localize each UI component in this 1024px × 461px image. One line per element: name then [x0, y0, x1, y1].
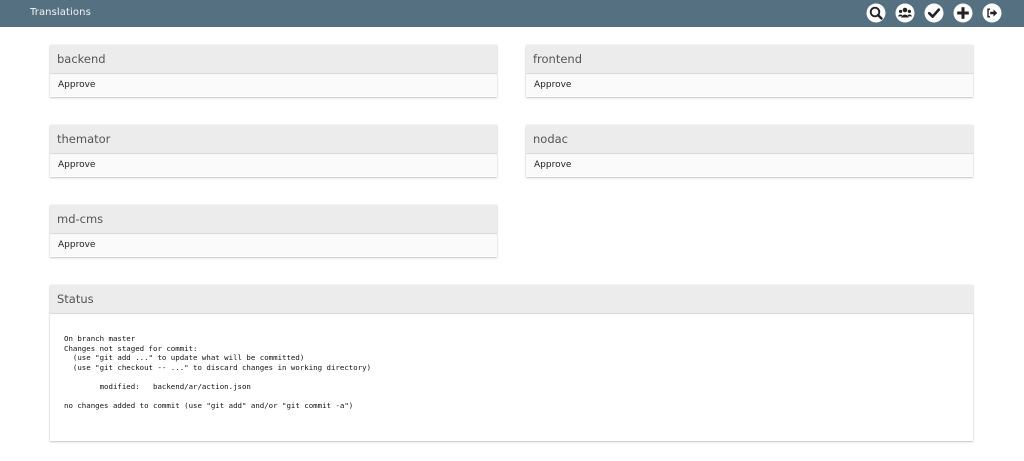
approve-button-frontend[interactable]: Approve	[534, 80, 571, 90]
status-line: modified: backend/ar/action.json	[64, 381, 251, 391]
panel-body: Approve	[526, 154, 973, 176]
project-name: themator	[50, 125, 497, 154]
status-line: (use "git checkout -- ..." to discard ch…	[64, 362, 372, 372]
status-line	[64, 372, 973, 382]
toolbar-icons	[866, 3, 1002, 23]
status-line: (use "git add ..." to update what will b…	[64, 353, 305, 363]
approve-button-nodac[interactable]: Approve	[534, 160, 571, 170]
approve-button-md-cms[interactable]: Approve	[58, 240, 95, 250]
plus-icon[interactable]	[953, 3, 973, 23]
app-title[interactable]: Translations	[30, 7, 91, 18]
approve-button-themator[interactable]: Approve	[58, 160, 95, 170]
logout-icon[interactable]	[982, 3, 1002, 23]
project-name: frontend	[526, 45, 973, 74]
users-icon[interactable]	[895, 3, 915, 23]
status-line: no changes added to commit (use "git add…	[64, 401, 354, 411]
top-navbar: Translations	[0, 0, 1024, 27]
panel-body: Approve	[50, 154, 497, 176]
status-title: Status	[50, 285, 973, 314]
panel-body: Approve	[526, 74, 973, 96]
project-panel-backend: backend Approve	[50, 45, 497, 97]
project-panel-frontend: frontend Approve	[526, 45, 973, 97]
approve-button-backend[interactable]: Approve	[58, 80, 95, 90]
project-name: md-cms	[50, 205, 497, 234]
project-panel-themator: themator Approve	[50, 125, 497, 177]
panel-body: Approve	[50, 74, 497, 96]
search-icon[interactable]	[866, 3, 886, 23]
status-line	[64, 392, 973, 402]
panel-body: Approve	[50, 234, 497, 256]
project-panel-md-cms: md-cms Approve	[50, 205, 497, 257]
check-icon[interactable]	[924, 3, 944, 23]
project-name: nodac	[526, 125, 973, 154]
status-line: On branch master	[64, 334, 136, 343]
git-status-output: On branch master Changes not staged for …	[50, 314, 973, 411]
project-name: backend	[50, 45, 497, 74]
status-line: Changes not staged for commit:	[64, 343, 198, 353]
project-panel-nodac: nodac Approve	[526, 125, 973, 177]
status-panel: Status On branch master Changes not stag…	[50, 285, 973, 441]
